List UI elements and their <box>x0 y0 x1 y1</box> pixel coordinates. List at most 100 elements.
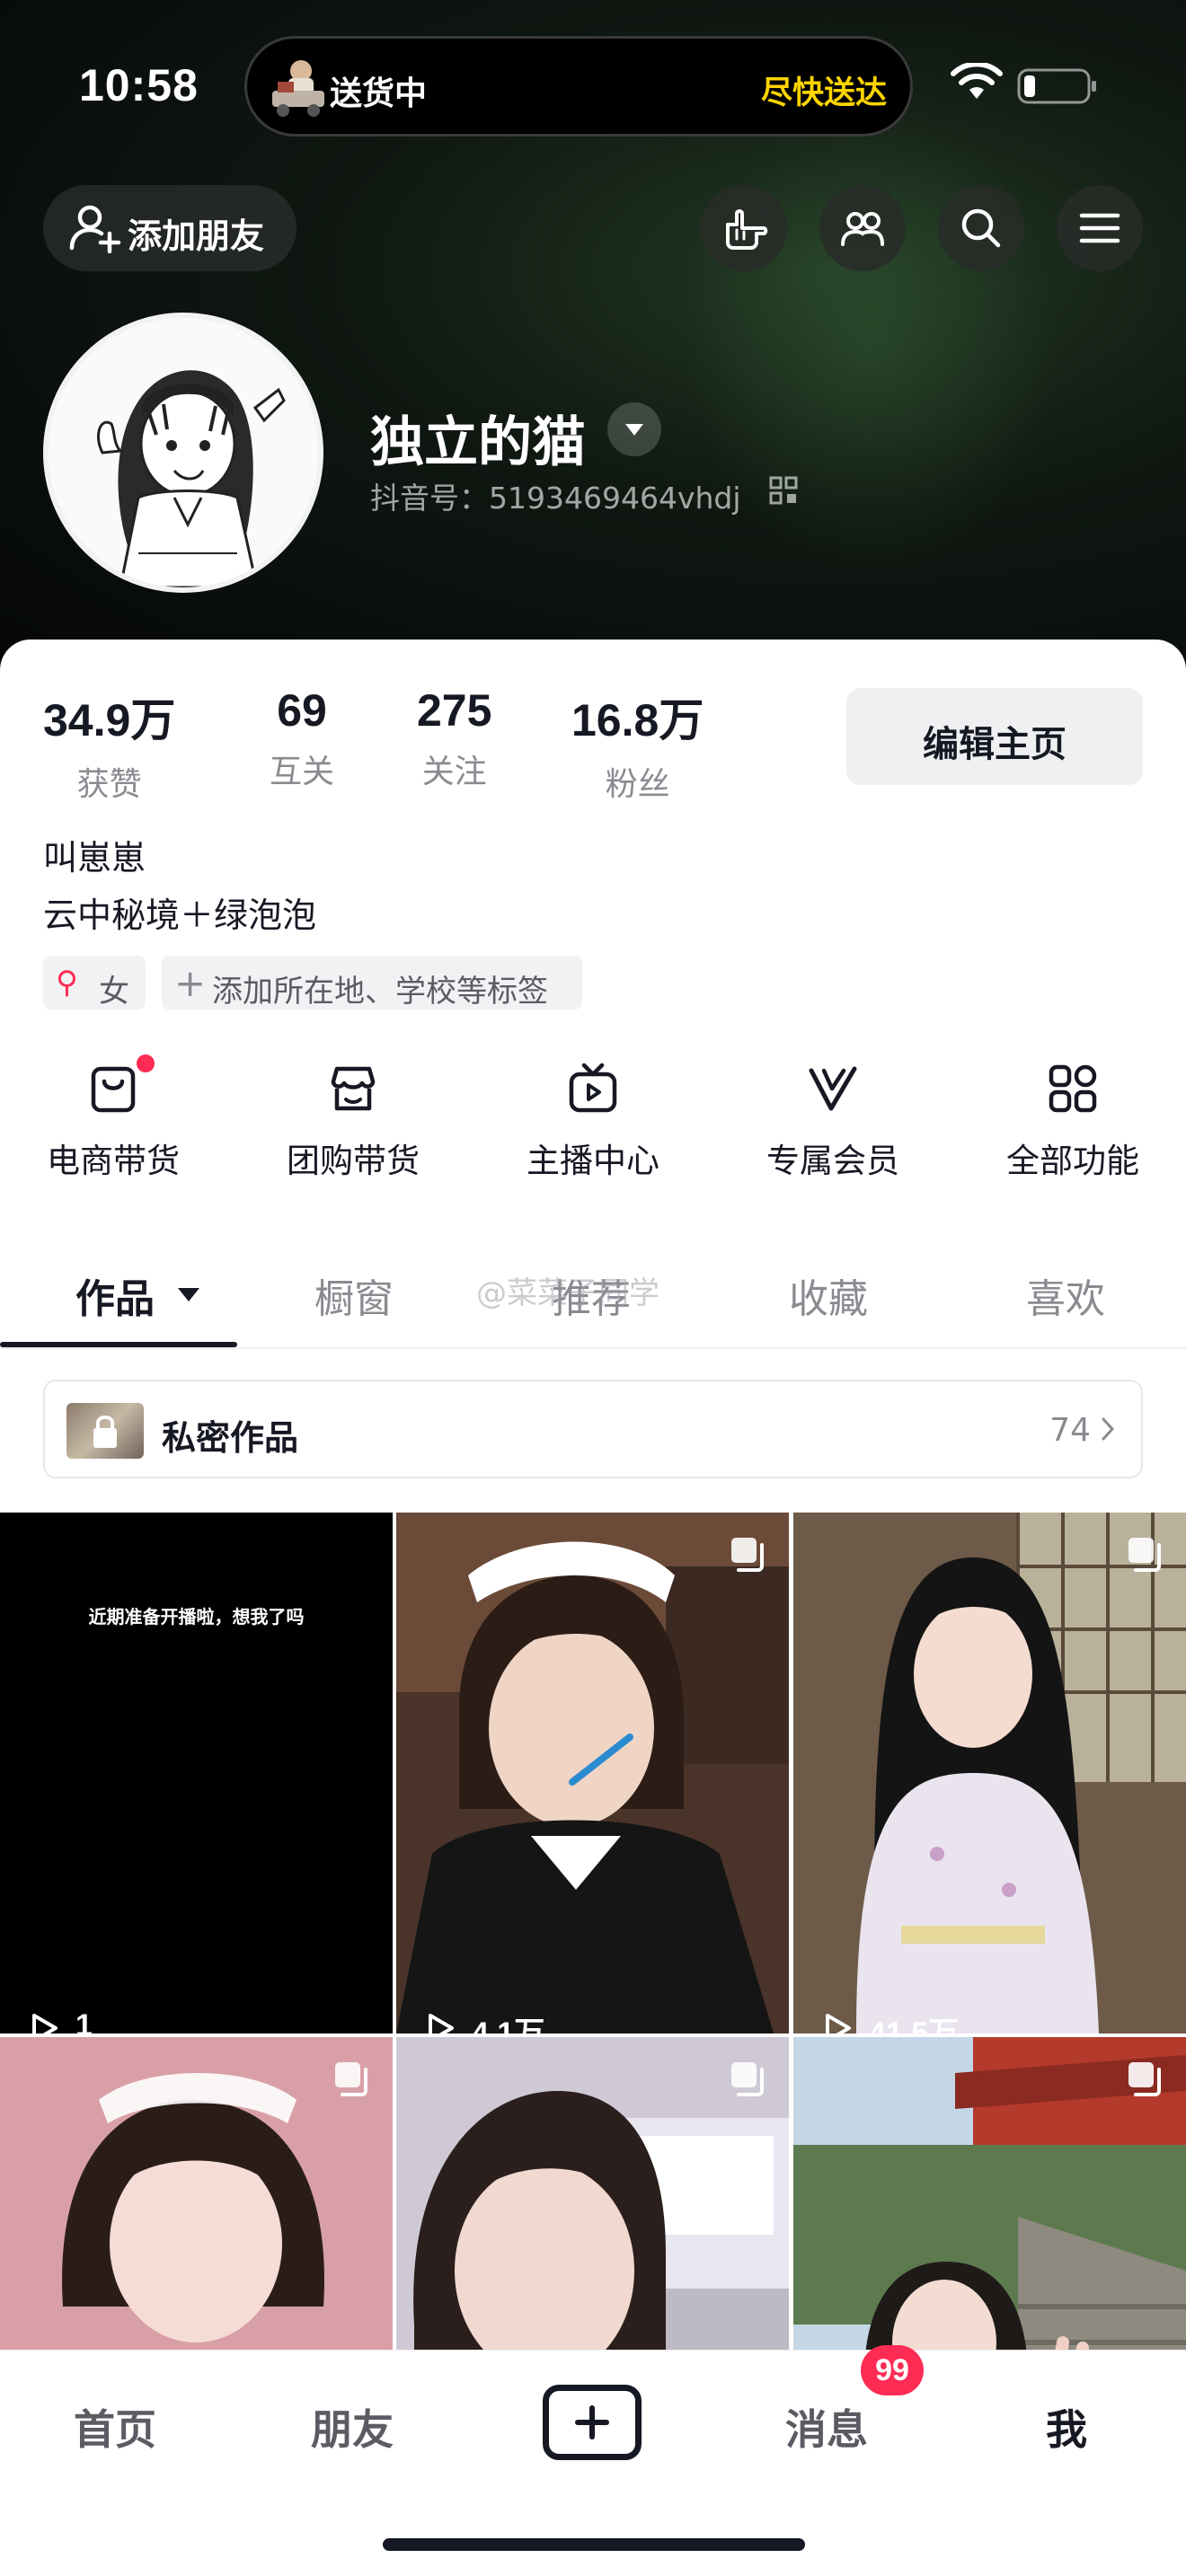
tab-favorites[interactable]: 收藏 <box>789 1266 868 1324</box>
stat-label: 互关 <box>270 754 335 790</box>
stat-likes[interactable]: 34.9万 获赞 <box>43 684 175 805</box>
play-count-value: 1 <box>75 2008 93 2033</box>
multi-image-icon <box>335 2062 367 2096</box>
friends-icon <box>841 212 884 246</box>
function-label: 主播中心 <box>527 1142 659 1180</box>
video-tile-3[interactable]: 41.5万 <box>793 1513 1186 2033</box>
live-tv-icon <box>569 1063 617 1113</box>
private-works-row[interactable]: 私密作品 74 <box>43 1380 1143 1478</box>
play-count-value: 41.5万 <box>869 2016 960 2033</box>
avatar[interactable] <box>43 313 323 593</box>
function-label: 电商带货 <box>47 1142 180 1180</box>
bio-line-2: 云中秘境＋绿泡泡 <box>43 895 317 935</box>
stat-label: 关注 <box>421 754 487 790</box>
menu-button[interactable] <box>1057 185 1143 271</box>
tab-likes[interactable]: 喜欢 <box>1026 1266 1105 1324</box>
nav-home[interactable]: 首页 <box>74 2397 156 2457</box>
stat-label: 获赞 <box>76 766 142 803</box>
stat-followers[interactable]: 16.8万 粉丝 <box>571 684 704 805</box>
play-icon <box>826 2014 851 2033</box>
function-label: 团购带货 <box>287 1142 420 1180</box>
messages-badge: 99 <box>861 2345 924 2395</box>
chevron-down-icon[interactable] <box>178 1288 199 1301</box>
function-label: 专属会员 <box>766 1142 899 1180</box>
douyin-id[interactable]: 抖音号：5193469464vhdj <box>370 474 741 517</box>
video-tile-1[interactable]: 近期准备开播啦，想我了吗 1 <box>0 1513 393 2033</box>
avatar-illustration <box>49 318 318 587</box>
tab-works[interactable]: 作品 <box>75 1266 155 1324</box>
function-group-buy[interactable]: 团购带货 <box>263 1060 443 1182</box>
stat-value: 69 <box>277 685 327 736</box>
lock-icon <box>93 1416 117 1448</box>
video-caption: 近期准备开播啦，想我了吗 <box>88 1606 305 1628</box>
gender-female-icon: ⚲ <box>56 965 78 1001</box>
gender-tag[interactable]: ⚲ 女 <box>43 956 146 1010</box>
function-label: 全部功能 <box>1006 1142 1139 1180</box>
function-all[interactable]: 全部功能 <box>983 1060 1163 1182</box>
gender-label: 女 <box>99 974 129 1010</box>
friends-button[interactable] <box>819 185 906 271</box>
private-works-count: 74 <box>1049 1412 1091 1449</box>
add-user-icon <box>69 205 121 253</box>
video-thumbnail <box>793 1513 1186 2033</box>
search-icon <box>961 208 1001 248</box>
wifi-icon <box>951 63 1003 99</box>
notification-dot <box>137 1054 155 1072</box>
hand-pointer-icon <box>726 209 768 250</box>
watermark: @菜菜子同学 <box>476 1275 659 1311</box>
stat-value: 34.9万 <box>43 695 176 745</box>
delivery-action: 尽快送达 <box>760 75 887 111</box>
vip-v-icon <box>809 1066 857 1111</box>
play-icon <box>32 2014 58 2033</box>
create-post-button[interactable] <box>543 2385 642 2460</box>
hand-pointer-button[interactable] <box>701 185 787 271</box>
add-tag-label: 添加所在地、学校等标签 <box>212 974 548 1010</box>
nav-friends[interactable]: 朋友 <box>311 2397 394 2457</box>
search-button[interactable] <box>938 185 1024 271</box>
video-thumbnail <box>396 1513 789 2033</box>
function-streamer-center[interactable]: 主播中心 <box>503 1060 683 1182</box>
add-friend-label: 添加朋友 <box>128 216 265 256</box>
private-works-thumbnail <box>66 1403 144 1459</box>
tab-showcase[interactable]: 橱窗 <box>314 1266 394 1324</box>
play-icon <box>429 2014 454 2033</box>
apps-grid-icon <box>1049 1064 1097 1113</box>
qr-code-icon[interactable] <box>769 476 798 505</box>
multi-image-icon <box>731 1538 764 1572</box>
dynamic-island[interactable]: 送货中 尽快送达 <box>244 36 913 137</box>
delivery-truck-icon <box>272 60 324 117</box>
stat-following[interactable]: 275 关注 <box>417 684 491 792</box>
battery-icon <box>1017 68 1096 104</box>
plus-icon: + <box>174 961 207 1005</box>
play-count-value: 4.1万 <box>472 2016 545 2033</box>
store-icon <box>331 1066 376 1111</box>
delivery-status: 送货中 <box>330 75 428 112</box>
nav-messages[interactable]: 消息 <box>785 2397 868 2457</box>
edit-profile-button[interactable]: 编辑主页 <box>846 688 1143 785</box>
add-tag-button[interactable]: + 添加所在地、学校等标签 <box>162 956 582 1010</box>
profile-name: 独立的猫 <box>370 411 586 474</box>
video-tile-2[interactable]: 4.1万 <box>396 1513 789 2033</box>
status-bar: 10:58 送货中 尽快送达 <box>0 0 1186 171</box>
add-friend-button[interactable]: 添加朋友 <box>43 185 296 271</box>
stat-label: 粉丝 <box>605 766 670 803</box>
account-switch-dropdown[interactable] <box>607 402 661 456</box>
function-ecommerce[interactable]: 电商带货 <box>23 1060 203 1182</box>
nav-me[interactable]: 我 <box>1046 2397 1087 2457</box>
stat-mutual[interactable]: 69 互关 <box>270 684 334 792</box>
edit-profile-label: 编辑主页 <box>923 724 1067 765</box>
status-time: 10:58 <box>79 60 199 110</box>
stat-value: 16.8万 <box>571 695 704 745</box>
shopping-bag-icon <box>91 1066 136 1113</box>
stat-value: 275 <box>417 685 492 736</box>
multi-image-icon <box>1128 1538 1161 1572</box>
private-works-label: 私密作品 <box>162 1418 299 1458</box>
chevron-right-icon <box>1102 1417 1114 1441</box>
active-tab-indicator <box>0 1342 237 1347</box>
bio-line-1: 叫崽崽 <box>43 838 146 878</box>
home-indicator <box>383 2538 805 2551</box>
multi-image-icon <box>1128 2062 1161 2096</box>
function-vip[interactable]: 专属会员 <box>743 1060 923 1182</box>
multi-image-icon <box>731 2062 764 2096</box>
menu-icon <box>1079 213 1120 243</box>
